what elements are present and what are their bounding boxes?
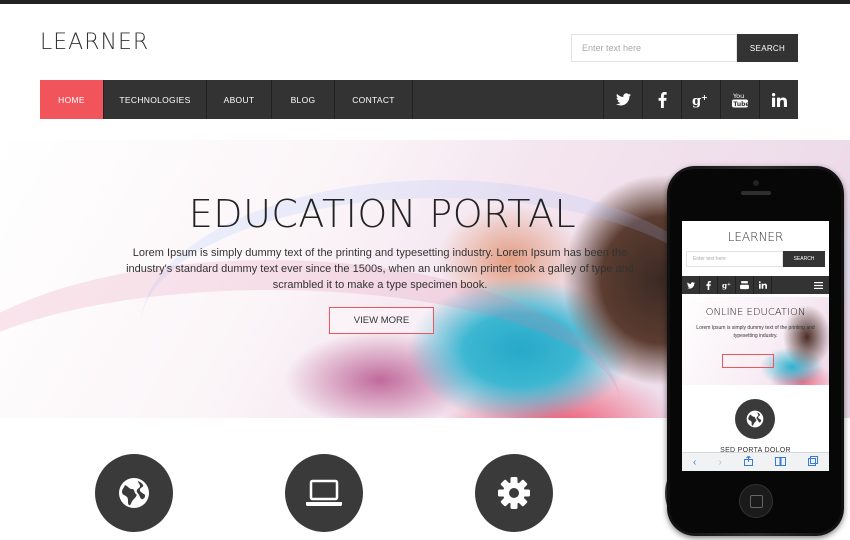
mobile-twitter-icon[interactable] xyxy=(682,276,700,294)
mobile-navbar: g + xyxy=(682,276,829,294)
facebook-icon[interactable] xyxy=(642,80,681,119)
view-more-button[interactable]: VIEW MORE xyxy=(329,307,434,334)
back-arrow-icon[interactable]: ‹ xyxy=(693,457,696,468)
mobile-phone-mockup: LEARNER Enter text here SEARCH g + ONLIN… xyxy=(667,166,844,536)
mobile-google-plus-icon[interactable]: g + xyxy=(718,276,736,294)
feature-gear[interactable] xyxy=(475,454,553,532)
mobile-hero: ONLINE EDUCATION Lorem Ipsum is simply d… xyxy=(682,297,829,385)
globe-icon xyxy=(119,478,149,508)
svg-text:Tube: Tube xyxy=(733,101,748,108)
share-icon[interactable] xyxy=(743,455,753,469)
tabs-icon[interactable] xyxy=(807,456,818,469)
home-button-square xyxy=(749,494,763,508)
mobile-hero-text: Lorem Ipsum is simply dummy text of the … xyxy=(696,325,815,339)
mobile-view-more-button[interactable] xyxy=(722,354,774,368)
svg-text:g: g xyxy=(722,281,727,290)
phone-speaker xyxy=(741,191,771,195)
mobile-linkedin-icon[interactable] xyxy=(754,276,772,294)
browser-toolbar: ‹ › xyxy=(682,452,829,471)
mobile-logo[interactable]: LEARNER xyxy=(682,230,829,244)
mobile-search-button[interactable]: SEARCH xyxy=(783,251,825,267)
phone-camera xyxy=(753,180,759,186)
svg-text:+: + xyxy=(701,92,708,102)
mobile-globe-icon xyxy=(746,410,764,428)
forward-arrow-icon[interactable]: › xyxy=(718,457,721,468)
nav-blog[interactable]: BLOG xyxy=(272,80,335,119)
svg-text:+: + xyxy=(727,281,731,287)
hamburger-menu-icon[interactable] xyxy=(807,276,829,294)
mobile-hero-title: ONLINE EDUCATION xyxy=(705,307,806,318)
mobile-feature-globe[interactable] xyxy=(735,399,775,439)
search-input[interactable] xyxy=(571,34,737,62)
nav-home[interactable]: HOME xyxy=(40,80,104,119)
site-logo[interactable]: LEARNER xyxy=(40,30,149,55)
top-border xyxy=(0,0,850,4)
search-button[interactable]: SEARCH xyxy=(737,34,798,62)
google-plus-icon[interactable]: g + xyxy=(681,80,720,119)
feature-globe[interactable] xyxy=(95,454,173,532)
gear-icon xyxy=(498,477,530,509)
hero-description: Lorem Ipsum is simply dummy text of the … xyxy=(126,247,634,291)
svg-text:You: You xyxy=(732,92,744,100)
mobile-search-input[interactable]: Enter text here xyxy=(686,251,783,267)
nav-about[interactable]: ABOUT xyxy=(207,80,272,119)
laptop-icon xyxy=(306,479,342,506)
linkedin-icon[interactable] xyxy=(759,80,798,119)
hero-title: EDUCATION PORTAL xyxy=(188,192,577,236)
main-navbar: HOME TECHNOLOGIES ABOUT BLOG CONTACT g + … xyxy=(40,80,798,119)
phone-screen: LEARNER Enter text here SEARCH g + ONLIN… xyxy=(682,221,829,471)
twitter-icon[interactable] xyxy=(603,80,642,119)
nav-technologies[interactable]: TECHNOLOGIES xyxy=(104,80,207,119)
youtube-icon[interactable]: You Tube xyxy=(720,80,759,119)
bookmarks-icon[interactable] xyxy=(774,456,786,469)
feature-laptop[interactable] xyxy=(285,454,363,532)
mobile-facebook-icon[interactable] xyxy=(700,276,718,294)
svg-text:g: g xyxy=(692,93,701,107)
nav-contact[interactable]: CONTACT xyxy=(335,80,413,119)
phone-home-button[interactable] xyxy=(739,484,773,518)
mobile-youtube-icon[interactable] xyxy=(736,276,754,294)
